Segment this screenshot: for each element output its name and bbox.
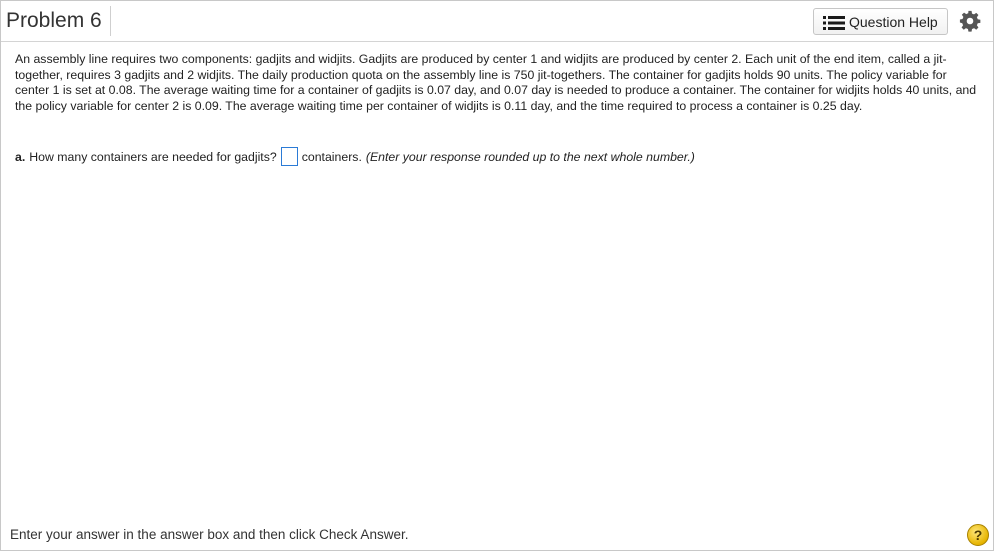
- question-prompt: How many containers are needed for gadji…: [29, 149, 277, 164]
- answer-hint: (Enter your response rounded up to the n…: [365, 149, 695, 164]
- answer-unit: containers.: [301, 149, 362, 164]
- list-icon: [823, 16, 845, 30]
- title-divider: [110, 6, 111, 36]
- problem-panel: Problem 6 Question Help An assembly line…: [0, 0, 994, 551]
- question-circle-icon[interactable]: ?: [967, 524, 989, 546]
- question-help-label: Question Help: [849, 14, 938, 30]
- question-a: a. How many containers are needed for ga…: [15, 147, 695, 166]
- question-help-button[interactable]: Question Help: [813, 8, 948, 35]
- page-title: Problem 6: [6, 9, 102, 32]
- help-symbol: ?: [973, 527, 983, 543]
- question-letter: a.: [15, 149, 26, 164]
- footer-instruction: Enter your answer in the answer box and …: [10, 527, 409, 542]
- gear-icon[interactable]: [959, 10, 981, 32]
- answer-input[interactable]: [280, 147, 298, 166]
- problem-statement: An assembly line requires two components…: [15, 52, 977, 113]
- problem-header: Problem 6 Question Help: [1, 1, 993, 42]
